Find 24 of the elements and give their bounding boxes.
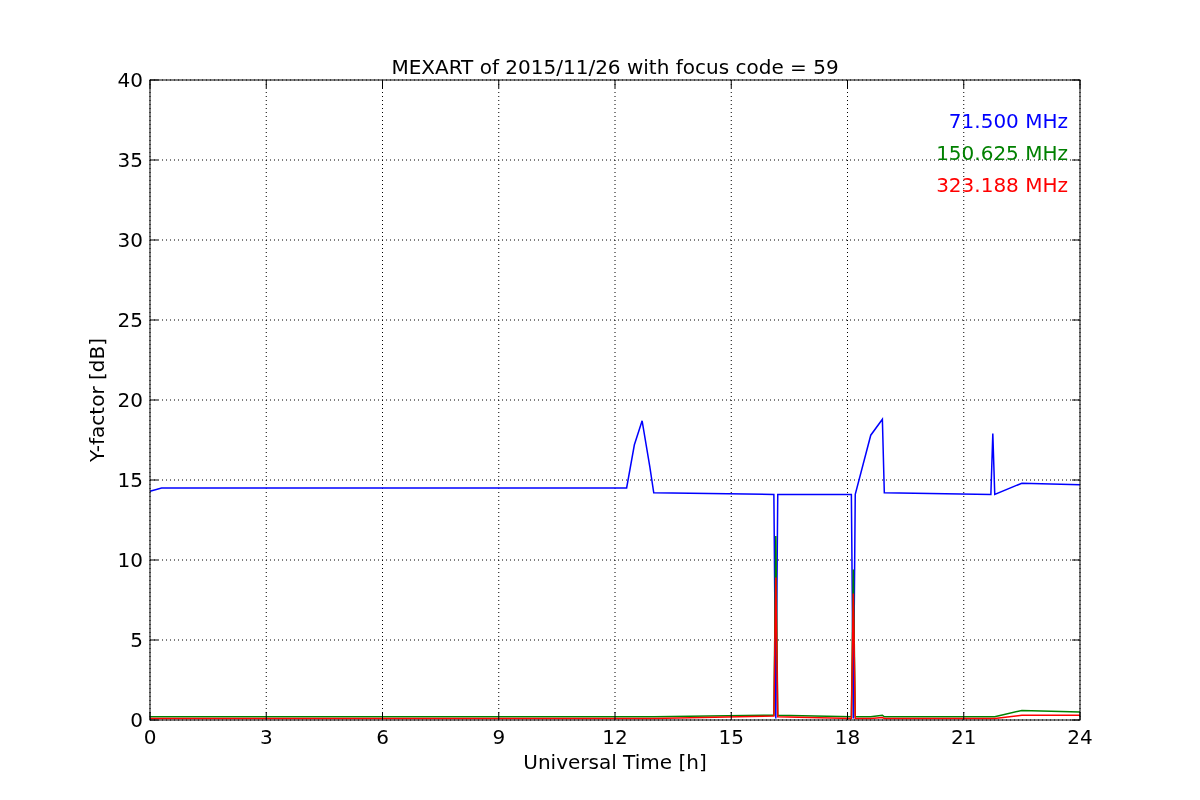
tick-label: 0 [130,708,143,732]
tick-label: 24 [1067,725,1093,749]
legend-label: 323.188 MHz [936,173,1068,197]
tick-label: 40 [117,68,143,92]
tick-label: 25 [117,308,143,332]
tick-label: 30 [117,228,143,252]
axis-label: Y-factor [dB] [85,338,109,462]
tick-label: 0 [143,725,157,749]
tick-label: 9 [492,725,506,749]
tick-label: 15 [117,468,143,492]
chart-title: MEXART of 2015/11/26 with focus code = 59 [391,55,839,79]
axis-label: Universal Time [h] [523,750,707,774]
tick-label: 12 [602,725,628,749]
legend-label: 71.500 MHz [948,109,1068,133]
tick-label: 5 [130,628,143,652]
tick-label: 15 [718,725,744,749]
legend-label: 150.625 MHz [936,141,1068,165]
tick-label: 3 [259,725,273,749]
tick-label: 18 [834,725,861,749]
tick-label: 35 [117,148,143,172]
tick-label: 20 [117,388,143,412]
tick-label: 6 [376,725,389,749]
tick-label: 21 [951,725,977,749]
tick-label: 10 [117,548,143,572]
